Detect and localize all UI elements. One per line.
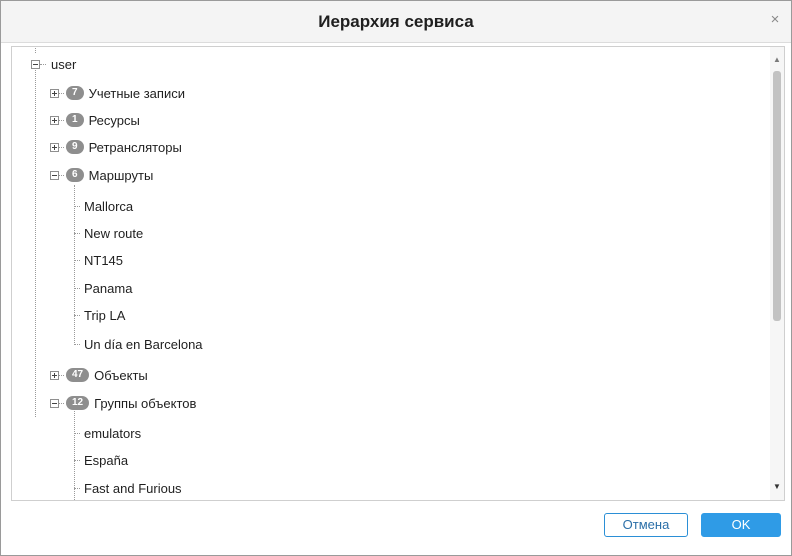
connector-dots (59, 146, 64, 148)
tree-leaf-group[interactable]: emulators (74, 423, 141, 443)
tree-leaf-group[interactable]: Fast and Furious (74, 478, 182, 498)
connector-dots (74, 287, 80, 289)
count-badge: 7 (66, 86, 84, 100)
expand-toggle-icon[interactable] (50, 142, 59, 152)
count-badge: 1 (66, 113, 84, 127)
tree-node-label: Ретрансляторы (88, 139, 182, 155)
tree-leaf-route[interactable]: Trip LA (74, 305, 125, 325)
scrollbar-thumb[interactable] (773, 71, 781, 321)
connector-dots (74, 459, 80, 461)
route-label: NT145 (84, 252, 124, 268)
scroll-up-arrow-icon[interactable]: ▲ (770, 53, 784, 67)
tree-panel: user 7 Учетные записи 1 Ресурсы 9 Ретран… (11, 46, 785, 501)
tree-leaf-route[interactable]: Mallorca (74, 196, 133, 216)
tree-root-label: user (51, 56, 77, 72)
tree-leaf-group[interactable]: España (74, 450, 128, 470)
connector-dots (59, 402, 64, 404)
connector-dots (74, 232, 80, 234)
tree-root[interactable]: user (31, 54, 76, 74)
connector-dots (74, 259, 80, 261)
connector-dots (74, 343, 80, 345)
tree-node-units[interactable]: 47 Объекты (50, 365, 148, 385)
tree-node-label: Объекты (94, 367, 148, 383)
tree-node-retranslators[interactable]: 9 Ретрансляторы (50, 137, 182, 157)
tree-connector (35, 63, 36, 417)
group-label: España (84, 452, 129, 468)
expand-toggle-icon[interactable] (50, 115, 59, 125)
connector-dots (59, 174, 64, 176)
count-badge: 12 (66, 396, 90, 410)
service-hierarchy-dialog: Иерархия сервиса × user 7 Учетные записи (0, 0, 792, 556)
tree-node-label: Учетные записи (88, 85, 185, 101)
dialog-titlebar: Иерархия сервиса × (1, 1, 791, 43)
dialog-title: Иерархия сервиса (318, 12, 474, 31)
connector-dots (74, 487, 80, 489)
vertical-scrollbar[interactable]: ▲ ▼ (770, 47, 784, 500)
expand-toggle-icon[interactable] (50, 370, 59, 380)
group-label: Fast and Furious (84, 480, 182, 496)
route-label: Mallorca (84, 198, 134, 214)
collapse-toggle-icon[interactable] (50, 398, 59, 408)
connector-dots (74, 314, 80, 316)
route-label: Un día en Barcelona (84, 336, 203, 352)
cancel-button[interactable]: Отмена (604, 513, 688, 537)
connector-dots (59, 92, 64, 94)
connector-dots (74, 205, 80, 207)
route-label: New route (84, 225, 144, 241)
count-badge: 9 (66, 140, 84, 154)
expand-toggle-icon[interactable] (50, 88, 59, 98)
tree-leaf-route[interactable]: New route (74, 223, 143, 243)
tree-leaf-route[interactable]: Panama (74, 278, 132, 298)
route-label: Trip LA (84, 307, 126, 323)
tree-node-label: Ресурсы (88, 112, 140, 128)
connector-dots (40, 63, 46, 65)
tree-node-label: Группы объектов (94, 395, 197, 411)
connector-dots (74, 432, 80, 434)
service-tree: user 7 Учетные записи 1 Ресурсы 9 Ретран… (12, 47, 772, 500)
tree-node-routes[interactable]: 6 Маршруты (50, 165, 153, 185)
tree-connector (35, 47, 36, 53)
count-badge: 47 (66, 368, 90, 382)
tree-node-accounts[interactable]: 7 Учетные записи (50, 83, 185, 103)
route-label: Panama (84, 280, 133, 296)
tree-node-label: Маршруты (88, 167, 154, 183)
collapse-toggle-icon[interactable] (31, 59, 40, 69)
count-badge: 6 (66, 168, 84, 182)
tree-node-resources[interactable]: 1 Ресурсы (50, 110, 140, 130)
scroll-down-arrow-icon[interactable]: ▼ (770, 480, 784, 494)
ok-button[interactable]: OK (701, 513, 781, 537)
connector-dots (59, 119, 64, 121)
connector-dots (59, 374, 64, 376)
close-icon[interactable]: × (767, 12, 783, 28)
group-label: emulators (84, 425, 142, 441)
collapse-toggle-icon[interactable] (50, 170, 59, 180)
tree-leaf-route[interactable]: NT145 (74, 250, 123, 270)
tree-leaf-route[interactable]: Un día en Barcelona (74, 334, 203, 354)
tree-node-unit-groups[interactable]: 12 Группы объектов (50, 393, 196, 413)
